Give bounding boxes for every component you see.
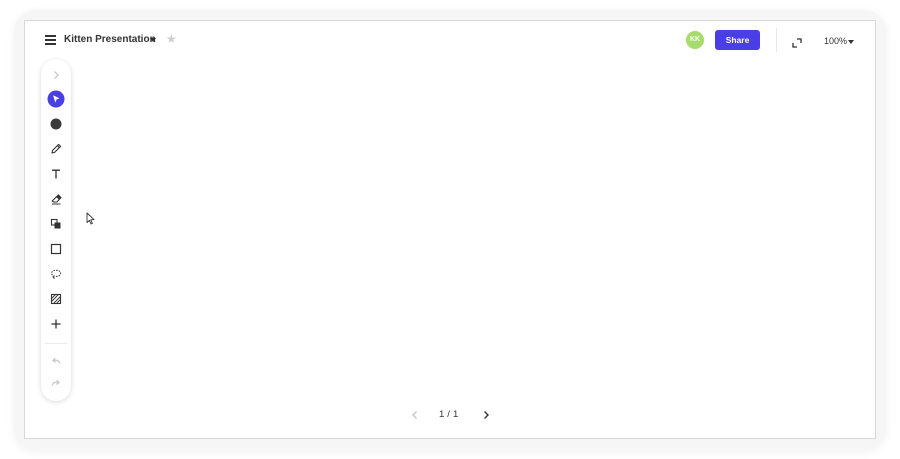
toolbar-divider (45, 343, 67, 344)
chevron-down-icon[interactable] (150, 38, 156, 42)
select-tool[interactable] (46, 89, 66, 109)
mouse-cursor-icon (86, 212, 95, 230)
color-swatch-tool[interactable] (46, 114, 66, 134)
menu-icon[interactable] (45, 35, 56, 45)
app-window: Kitten Presentation ★ KK Share 100% 1 / … (24, 20, 876, 439)
share-button[interactable]: Share (715, 30, 760, 50)
previous-page-icon[interactable] (410, 408, 420, 420)
document-title[interactable]: Kitten Presentation (64, 34, 156, 45)
eraser-icon[interactable] (46, 189, 66, 209)
header-divider (776, 28, 777, 52)
rectangle-icon[interactable] (46, 239, 66, 259)
zoom-chevron-down-icon[interactable] (848, 40, 854, 44)
add-icon[interactable] (46, 314, 66, 334)
page-separator: / (447, 409, 450, 420)
fullscreen-icon[interactable] (792, 35, 802, 48)
star-icon[interactable]: ★ (166, 32, 177, 46)
page-indicator: 1/1 (439, 409, 458, 420)
pattern-fill-icon[interactable] (46, 289, 66, 309)
current-page: 1 (439, 409, 445, 420)
redo-icon[interactable] (46, 373, 66, 393)
top-bar: Kitten Presentation ★ KK Share 100% (25, 21, 875, 61)
lasso-icon[interactable] (46, 264, 66, 284)
drawing-canvas[interactable] (75, 61, 875, 401)
tool-palette (41, 59, 71, 401)
text-tool-icon[interactable] (46, 164, 66, 184)
undo-icon[interactable] (46, 351, 66, 371)
pen-icon[interactable] (46, 139, 66, 159)
zoom-level[interactable]: 100% (824, 36, 847, 46)
shapes-stack-icon[interactable] (46, 214, 66, 234)
expand-chevron-icon[interactable] (46, 65, 66, 85)
total-pages: 1 (452, 409, 459, 420)
next-page-icon[interactable] (481, 408, 491, 420)
avatar[interactable]: KK (686, 31, 704, 49)
